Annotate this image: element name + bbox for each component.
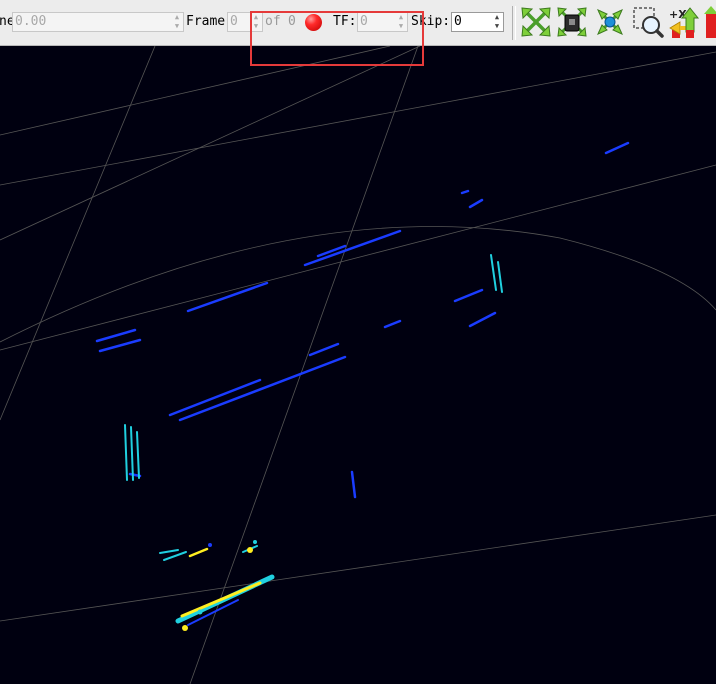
viewport-background xyxy=(0,46,716,684)
point-cloud-viewport[interactable] xyxy=(0,46,716,684)
skip-spin-arrows[interactable]: ▲ ▼ xyxy=(491,13,503,31)
frame-value: 0 xyxy=(230,14,238,29)
annotation-highlight-box xyxy=(250,11,424,66)
center-view-icon[interactable] xyxy=(594,6,626,38)
zoom-region-icon[interactable] xyxy=(632,6,664,38)
skip-spinbox[interactable]: 0 ▲ ▼ xyxy=(451,12,504,32)
skip-value: 0 xyxy=(454,14,462,29)
time-spinbox[interactable]: 0.00 ▲ ▼ xyxy=(12,12,184,32)
toolbar-separator xyxy=(512,6,516,40)
time-value: 0.00 xyxy=(15,14,47,29)
frame-label: Frame xyxy=(186,14,226,29)
time-spin-arrows[interactable]: ▲ ▼ xyxy=(171,13,183,31)
axis-up-icon[interactable]: +X xyxy=(668,6,716,38)
fit-all-icon[interactable] xyxy=(520,6,552,38)
reset-view-icon[interactable] xyxy=(556,6,588,38)
